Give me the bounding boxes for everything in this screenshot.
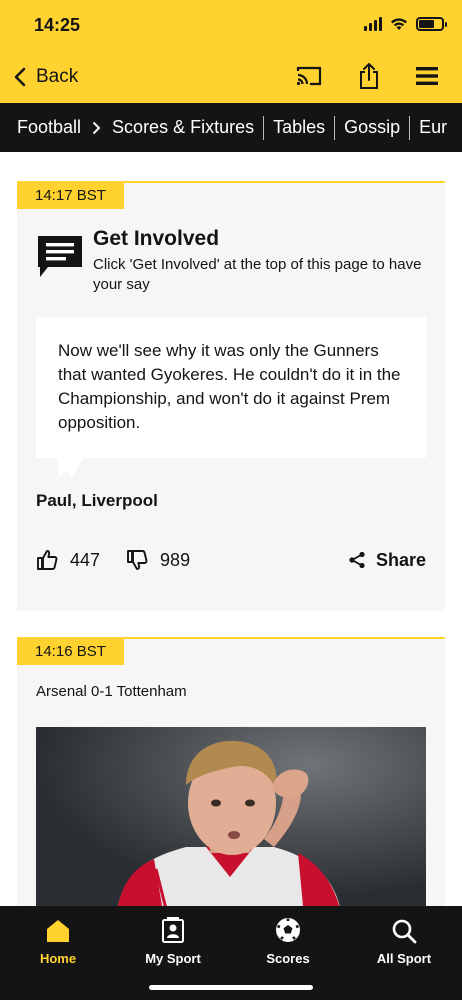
share-button[interactable]: Share [348,550,426,571]
divider [263,115,265,140]
home-icon [47,920,69,942]
back-label: Back [36,66,79,87]
like-count: 447 [70,549,101,570]
status-time: 14:25 [34,15,81,35]
chevron-right-icon [92,121,101,135]
crumb-football[interactable]: Football [17,117,81,138]
tab-label: My Sport [145,951,201,966]
post-subtitle: Click 'Get Involved' at the top of this … [93,256,422,293]
status-icons [364,17,447,31]
get-involved-header: Get Involved Click 'Get Involved' at the… [36,227,423,295]
cast-icon[interactable] [296,65,322,87]
tab-label: Scores [266,951,310,966]
divider [334,115,336,140]
tab-my-sport[interactable]: My Sport [123,914,223,966]
post-timestamp: 14:17 BST [17,183,124,209]
dislike-count: 989 [160,549,191,570]
divider [409,115,411,140]
search-icon [392,919,417,944]
back-button[interactable]: Back [14,66,78,88]
dislike-button[interactable]: 989 [126,549,190,571]
tab-home[interactable]: Home [8,914,108,966]
thumbs-up-icon [37,550,58,570]
wifi-icon [391,18,407,30]
share-icon [349,551,365,569]
header-actions [296,62,438,90]
post-title: Get Involved [93,227,220,250]
share-label: Share [375,549,426,570]
like-button[interactable]: 447 [36,549,100,571]
home-indicator [149,985,313,990]
reader-comment: Now we'll see why it was only the Gunner… [36,317,426,478]
live-post-get-involved: 14:17 BST Get Involved Click 'Get Involv… [17,181,445,611]
reactions-bar: 447 989 Share [36,549,426,571]
crumb-gossip[interactable]: Gossip [344,117,400,138]
tab-label: Home [39,951,77,966]
tab-scores[interactable]: Scores [238,914,338,966]
live-post-score: 14:16 BST Arsenal 0-1 Tottenham [17,637,445,937]
menu-icon[interactable] [416,66,438,86]
battery-icon [416,17,447,31]
crumb-tables[interactable]: Tables [273,117,325,138]
my-sport-icon [162,917,184,943]
tab-all-sport[interactable]: All Sport [354,914,454,966]
chevron-left-icon [14,67,26,87]
post-text: Arsenal 0-1 Tottenham [36,683,187,700]
comment-icon [38,236,82,277]
crumb-euro[interactable]: Eur [419,117,447,138]
post-timestamp: 14:16 BST [17,639,124,665]
breadcrumb-nav: Football Scores & Fixtures Tables Gossip… [0,103,462,152]
share-sheet-icon[interactable] [358,62,380,90]
crumb-scores-fixtures[interactable]: Scores & Fixtures [112,117,254,138]
player-photo-illustration [36,727,426,917]
app-header: 14:25 Back [0,0,462,103]
tab-label: All Sport [376,951,432,966]
football-icon [276,918,300,942]
player-photo [36,727,426,917]
signal-icon [364,17,382,31]
thumbs-down-icon [127,550,148,570]
comment-author: Paul, Liverpool [36,491,158,510]
